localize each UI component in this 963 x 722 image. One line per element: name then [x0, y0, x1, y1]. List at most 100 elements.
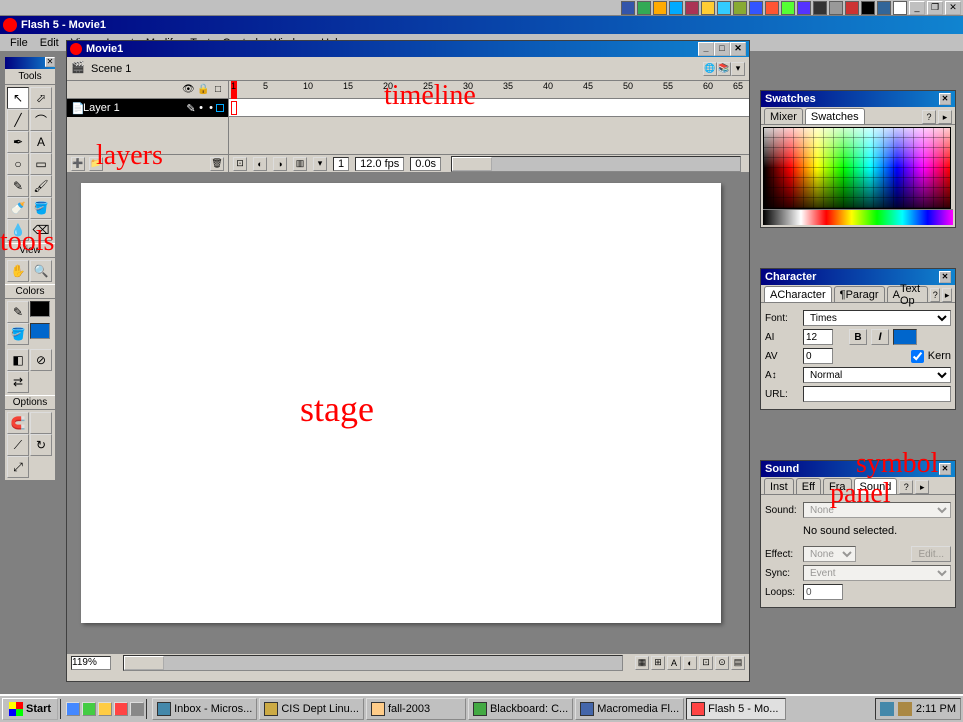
tray-icon[interactable]: [829, 1, 843, 15]
snap-option[interactable]: 🧲: [7, 412, 29, 434]
onion-skin-button[interactable]: ◐: [253, 157, 267, 171]
arrow-tool[interactable]: ↖: [7, 87, 29, 109]
rectangle-tool[interactable]: ▭: [30, 153, 52, 175]
stroke-color[interactable]: ✎: [7, 301, 29, 323]
tray-icon[interactable]: [653, 1, 667, 15]
url-input[interactable]: [803, 386, 951, 402]
zoom-tool[interactable]: 🔍: [30, 260, 52, 282]
taskbar-item[interactable]: fall-2003: [366, 698, 466, 720]
tray-icon[interactable]: [880, 702, 894, 716]
footer-icon[interactable]: A: [667, 656, 681, 670]
footer-icon[interactable]: ⊙: [715, 656, 729, 670]
fill-swatch[interactable]: [30, 323, 50, 339]
panel-menu-icon[interactable]: ▸: [915, 480, 929, 494]
modify-markers-button[interactable]: ▾: [313, 157, 327, 171]
line-tool[interactable]: ╱: [7, 109, 29, 131]
scale-option[interactable]: ⤢: [7, 456, 29, 478]
help-icon[interactable]: ?: [899, 480, 913, 494]
taskbar-item-active[interactable]: Flash 5 - Mo...: [686, 698, 786, 720]
tray-icon[interactable]: [893, 1, 907, 15]
sound-select[interactable]: None: [803, 502, 951, 518]
text-color-swatch[interactable]: [893, 329, 917, 345]
clock[interactable]: 2:11 PM: [916, 703, 956, 715]
footer-icon[interactable]: ▤: [731, 656, 745, 670]
close-button[interactable]: ✕: [945, 1, 961, 15]
sound-tab[interactable]: Sound: [854, 478, 898, 494]
eraser-tool[interactable]: ⌫: [30, 219, 52, 241]
close-icon[interactable]: ✕: [939, 93, 951, 105]
tray-icon[interactable]: [781, 1, 795, 15]
lasso-tool[interactable]: ⌒: [30, 109, 52, 131]
gradient-swatches[interactable]: [763, 209, 953, 225]
oval-tool[interactable]: ○: [7, 153, 29, 175]
tray-icon[interactable]: [813, 1, 827, 15]
loops-input[interactable]: [803, 584, 843, 600]
panel-menu-icon[interactable]: ▸: [938, 110, 952, 124]
add-guide-button[interactable]: 📁: [89, 157, 103, 171]
lock-dot[interactable]: •: [206, 102, 216, 114]
start-button[interactable]: Start: [2, 698, 58, 720]
effect-tab[interactable]: Eff: [796, 478, 821, 494]
taskbar-item[interactable]: CIS Dept Linu...: [259, 698, 364, 720]
lock-icon[interactable]: 🔒: [197, 84, 209, 96]
default-colors[interactable]: ◧: [7, 349, 29, 371]
edit-multi-button[interactable]: ▥: [293, 157, 307, 171]
tray-icon[interactable]: [898, 702, 912, 716]
footer-icon[interactable]: ▦: [635, 656, 649, 670]
tray-icon[interactable]: [717, 1, 731, 15]
scene-menu-button[interactable]: ▾: [731, 62, 745, 76]
center-frame-button[interactable]: ⊡: [233, 157, 247, 171]
instance-tab[interactable]: Inst: [764, 478, 794, 494]
tray-icon[interactable]: [621, 1, 635, 15]
minimize-button[interactable]: _: [909, 1, 925, 15]
stage-canvas[interactable]: [81, 183, 721, 623]
close-icon[interactable]: ✕: [939, 271, 951, 283]
doc-minimize-button[interactable]: _: [698, 42, 714, 56]
position-select[interactable]: Normal: [803, 367, 951, 383]
taskbar-item[interactable]: Inbox - Micros...: [152, 698, 257, 720]
dropper-tool[interactable]: 💧: [7, 219, 29, 241]
tray-icon[interactable]: [669, 1, 683, 15]
tray-icon[interactable]: [797, 1, 811, 15]
tray-icon[interactable]: [637, 1, 651, 15]
footer-icon[interactable]: ⊡: [699, 656, 713, 670]
character-tab[interactable]: A Character: [764, 286, 832, 302]
timeline-scrollbar[interactable]: [451, 156, 741, 172]
taskbar-item[interactable]: Macromedia Fl...: [575, 698, 684, 720]
text-tool[interactable]: A: [30, 131, 52, 153]
hand-tool[interactable]: ✋: [7, 260, 29, 282]
edit-button[interactable]: Edit...: [911, 546, 951, 562]
tray-icon[interactable]: [765, 1, 779, 15]
tracking-input[interactable]: [803, 348, 833, 364]
menu-edit[interactable]: Edit: [34, 35, 65, 51]
tray-icon[interactable]: [685, 1, 699, 15]
vis-dot[interactable]: •: [196, 102, 206, 114]
onion-outline-button[interactable]: ◑: [273, 157, 287, 171]
effect-select[interactable]: None: [803, 546, 856, 562]
stage-area[interactable]: [67, 173, 749, 653]
size-input[interactable]: [803, 329, 833, 345]
outline-box[interactable]: [216, 104, 224, 112]
doc-close-button[interactable]: ✕: [730, 42, 746, 56]
textoptions-tab[interactable]: A Text Op: [887, 286, 929, 302]
visibility-icon[interactable]: 👁: [182, 84, 194, 96]
subselect-tool[interactable]: ⬀: [30, 87, 52, 109]
rotate-option[interactable]: ↻: [30, 434, 52, 456]
footer-icon[interactable]: ◐: [683, 656, 697, 670]
tray-icon[interactable]: [701, 1, 715, 15]
help-icon[interactable]: ?: [922, 110, 936, 124]
menu-file[interactable]: File: [4, 35, 34, 51]
brush-tool[interactable]: 🖌: [30, 175, 52, 197]
footer-icon[interactable]: ⊞: [651, 656, 665, 670]
quick-launch-icon[interactable]: [98, 702, 112, 716]
tray-icon[interactable]: [877, 1, 891, 15]
layer-row[interactable]: 📄 Layer 1 ✎ • •: [67, 99, 228, 117]
keyframe[interactable]: [231, 101, 237, 115]
color-swatches-grid[interactable]: [763, 127, 951, 209]
paintbucket-tool[interactable]: 🪣: [30, 197, 52, 219]
edit-scene-button[interactable]: 🌐: [703, 62, 717, 76]
taskbar-item[interactable]: Blackboard: C...: [468, 698, 573, 720]
sync-select[interactable]: Event: [803, 565, 951, 581]
panel-menu-icon[interactable]: ▸: [942, 288, 952, 302]
italic-button[interactable]: I: [871, 329, 889, 345]
